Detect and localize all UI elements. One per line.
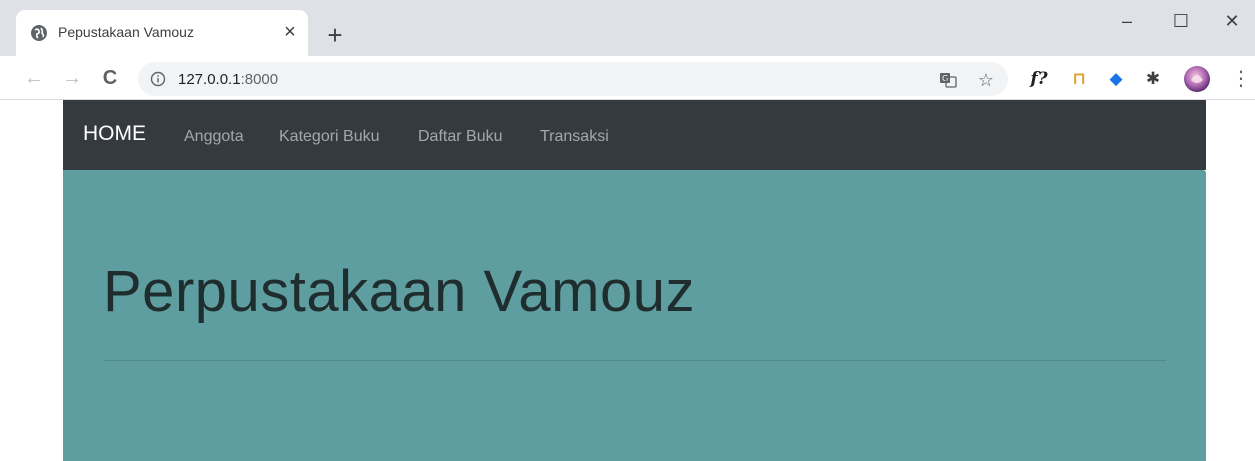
reload-button[interactable]: C: [96, 64, 124, 92]
navbar-brand-home[interactable]: HOME: [83, 122, 146, 146]
tab-strip: Pepustakaan Vamouz × + – ☐ ✕: [0, 0, 1255, 56]
jumbotron: Perpustakaan Vamouz: [63, 170, 1206, 461]
page-title: Perpustakaan Vamouz: [103, 259, 695, 324]
ruler-extension-icon[interactable]: ⊓: [1066, 66, 1092, 92]
bookmark-star-icon[interactable]: ☆: [976, 70, 996, 90]
site-navbar: HOME Anggota Kategori Buku Daftar Buku T…: [63, 100, 1206, 170]
url-host: 127.0.0.1: [178, 71, 241, 88]
web-page: HOME Anggota Kategori Buku Daftar Buku T…: [63, 100, 1206, 461]
graduation-cap-extension-icon[interactable]: ◆: [1103, 66, 1129, 92]
url-text[interactable]: 127.0.0.1:8000: [178, 71, 278, 88]
fx-extension-icon[interactable]: f?: [1026, 66, 1052, 92]
browser-tab[interactable]: Pepustakaan Vamouz ×: [16, 10, 308, 56]
translate-icon[interactable]: G: [938, 70, 958, 90]
nav-link-transaksi[interactable]: Transaksi: [540, 128, 609, 146]
new-tab-button[interactable]: +: [320, 20, 350, 50]
nav-link-anggota[interactable]: Anggota: [184, 128, 244, 146]
close-window-button[interactable]: ✕: [1209, 6, 1255, 38]
profile-avatar-icon[interactable]: [1182, 64, 1212, 94]
maximize-button[interactable]: ☐: [1158, 6, 1204, 38]
puzzle-extension-icon[interactable]: ✱: [1140, 66, 1166, 92]
minimize-button[interactable]: –: [1104, 6, 1150, 38]
url-port: :8000: [240, 71, 279, 88]
svg-text:G: G: [942, 74, 948, 83]
forward-button[interactable]: →: [58, 64, 86, 92]
tab-close-icon[interactable]: ×: [278, 20, 302, 44]
browser-toolbar: ← → C 127.0.0.1:8000 G ☆ f? ⊓ ◆ ✱ ⋮: [0, 56, 1255, 100]
address-bar[interactable]: 127.0.0.1:8000 G ☆: [138, 62, 1008, 96]
info-icon[interactable]: [150, 71, 166, 87]
nav-link-kategori-buku[interactable]: Kategori Buku: [279, 128, 380, 146]
tab-title: Pepustakaan Vamouz: [58, 24, 194, 40]
nav-link-daftar-buku[interactable]: Daftar Buku: [418, 128, 502, 146]
globe-icon: [31, 25, 47, 41]
jumbotron-divider: [103, 360, 1166, 361]
back-button[interactable]: ←: [20, 64, 48, 92]
browser-menu-icon[interactable]: ⋮: [1228, 66, 1254, 92]
